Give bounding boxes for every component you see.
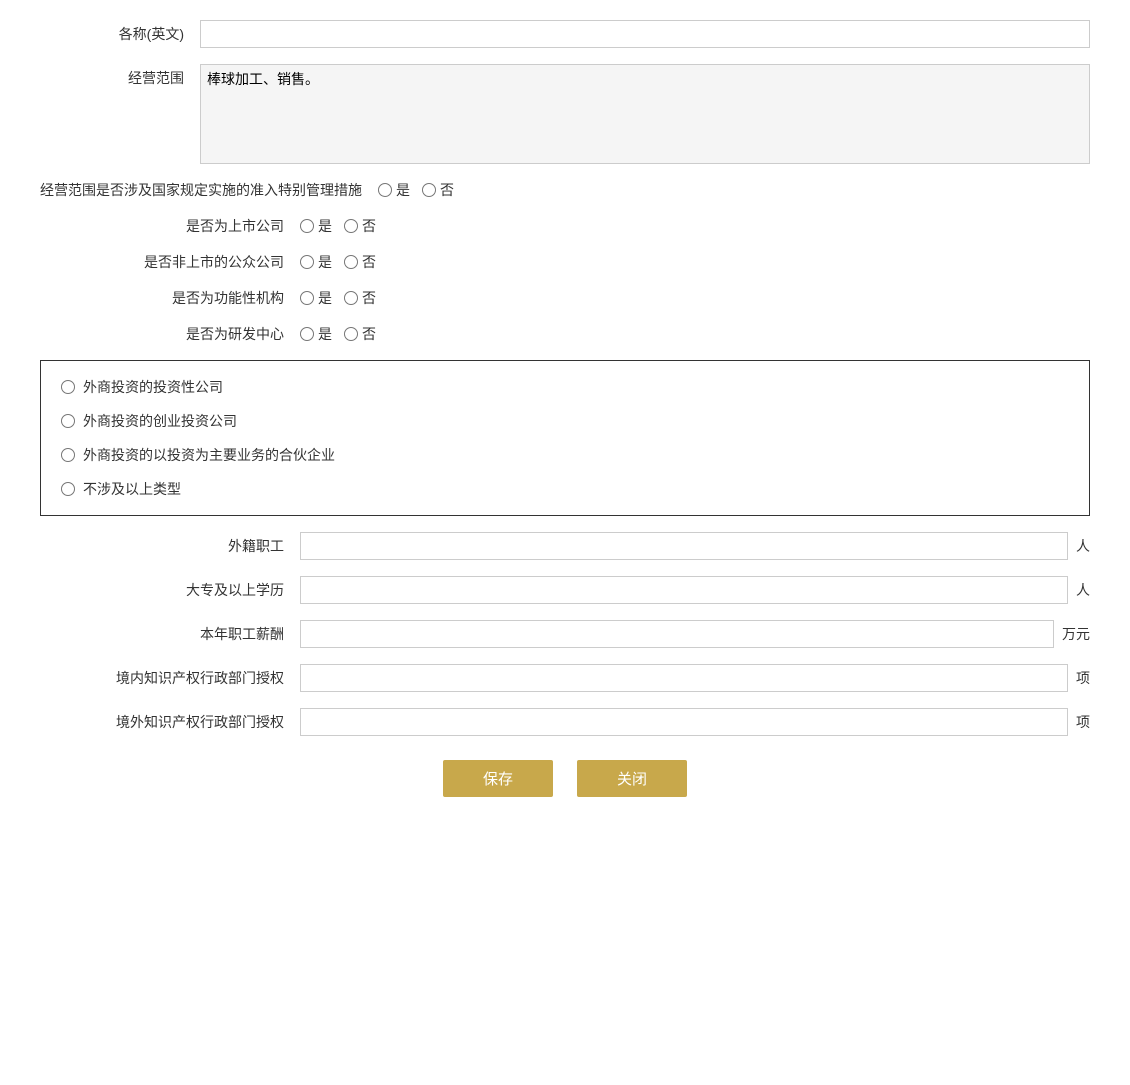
college-above-row: 大专及以上学历 人 [40, 576, 1090, 604]
foreign-employees-input[interactable] [300, 532, 1068, 560]
foreign-employees-label: 外籍职工 [40, 536, 300, 556]
investment-type-2-label[interactable]: 外商投资的创业投资公司 [83, 411, 237, 431]
il-no-label[interactable]: 否 [362, 216, 376, 236]
domestic-ip-unit: 项 [1076, 668, 1090, 688]
irc-yes-label[interactable]: 是 [318, 324, 332, 344]
foreign-ip-input[interactable] [300, 708, 1068, 736]
if-yes-label[interactable]: 是 [318, 288, 332, 308]
annual-salary-unit: 万元 [1062, 624, 1090, 644]
is-listed-row: 是否为上市公司 是 否 [40, 216, 1090, 236]
business-scope-textarea[interactable]: 棒球加工、销售。 [200, 64, 1090, 164]
business-scope-special-label: 经营范围是否涉及国家规定实施的准入特别管理措施 [40, 180, 378, 200]
button-row: 保存 关闭 [40, 760, 1090, 797]
annual-salary-input-wrapper: 万元 [300, 620, 1090, 648]
irc-no-label[interactable]: 否 [362, 324, 376, 344]
name-en-label: 各称(英文) [40, 24, 200, 44]
foreign-ip-row: 境外知识产权行政部门授权 项 [40, 708, 1090, 736]
is-public-unlisted-label: 是否非上市的公众公司 [40, 252, 300, 272]
foreign-ip-input-wrapper: 项 [300, 708, 1090, 736]
is-functional-radio-group: 是 否 [300, 288, 376, 308]
investment-type-2[interactable]: 外商投资的创业投资公司 [61, 411, 1069, 431]
bss-yes-label[interactable]: 是 [396, 180, 410, 200]
is-public-unlisted-radio-group: 是 否 [300, 252, 376, 272]
is-public-unlisted-no[interactable]: 否 [344, 252, 376, 272]
business-scope-special-row: 经营范围是否涉及国家规定实施的准入特别管理措施 是 否 [40, 180, 1090, 200]
is-rd-center-no[interactable]: 否 [344, 324, 376, 344]
business-scope-label: 经营范围 [40, 64, 200, 88]
annual-salary-input[interactable] [300, 620, 1054, 648]
is-rd-center-row: 是否为研发中心 是 否 [40, 324, 1090, 344]
form-container: 各称(英文) 经营范围 棒球加工、销售。 经营范围是否涉及国家规定实施的准入特别… [40, 20, 1090, 797]
business-scope-special-no[interactable]: 否 [422, 180, 454, 200]
is-public-unlisted-row: 是否非上市的公众公司 是 否 [40, 252, 1090, 272]
business-scope-special-radio-group: 是 否 [378, 180, 454, 200]
college-above-input-wrapper: 人 [300, 576, 1090, 604]
investment-type-3[interactable]: 外商投资的以投资为主要业务的合伙企业 [61, 445, 1069, 465]
is-listed-label: 是否为上市公司 [40, 216, 300, 236]
bss-no-label[interactable]: 否 [440, 180, 454, 200]
is-listed-no[interactable]: 否 [344, 216, 376, 236]
is-rd-center-yes[interactable]: 是 [300, 324, 332, 344]
foreign-employees-row: 外籍职工 人 [40, 532, 1090, 560]
business-scope-row: 经营范围 棒球加工、销售。 [40, 64, 1090, 164]
domestic-ip-row: 境内知识产权行政部门授权 项 [40, 664, 1090, 692]
annual-salary-label: 本年职工薪酬 [40, 624, 300, 644]
is-listed-yes[interactable]: 是 [300, 216, 332, 236]
name-en-input[interactable] [200, 20, 1090, 48]
close-button[interactable]: 关闭 [577, 760, 687, 797]
domestic-ip-input-wrapper: 项 [300, 664, 1090, 692]
il-yes-label[interactable]: 是 [318, 216, 332, 236]
is-listed-radio-group: 是 否 [300, 216, 376, 236]
is-functional-label: 是否为功能性机构 [40, 288, 300, 308]
is-functional-row: 是否为功能性机构 是 否 [40, 288, 1090, 308]
is-rd-center-radio-group: 是 否 [300, 324, 376, 344]
investment-type-4[interactable]: 不涉及以上类型 [61, 479, 1069, 499]
name-en-row: 各称(英文) [40, 20, 1090, 48]
college-above-unit: 人 [1076, 580, 1090, 600]
if-no-label[interactable]: 否 [362, 288, 376, 308]
ipu-yes-label[interactable]: 是 [318, 252, 332, 272]
college-above-label: 大专及以上学历 [40, 580, 300, 600]
college-above-input[interactable] [300, 576, 1068, 604]
investment-type-4-label[interactable]: 不涉及以上类型 [83, 479, 181, 499]
business-scope-special-yes[interactable]: 是 [378, 180, 410, 200]
is-public-unlisted-yes[interactable]: 是 [300, 252, 332, 272]
domestic-ip-label: 境内知识产权行政部门授权 [40, 668, 300, 688]
foreign-ip-label: 境外知识产权行政部门授权 [40, 712, 300, 732]
save-button[interactable]: 保存 [443, 760, 553, 797]
ipu-no-label[interactable]: 否 [362, 252, 376, 272]
investment-type-3-label[interactable]: 外商投资的以投资为主要业务的合伙企业 [83, 445, 335, 465]
is-functional-yes[interactable]: 是 [300, 288, 332, 308]
investment-type-1-label[interactable]: 外商投资的投资性公司 [83, 377, 223, 397]
investment-type-1[interactable]: 外商投资的投资性公司 [61, 377, 1069, 397]
domestic-ip-input[interactable] [300, 664, 1068, 692]
foreign-employees-input-wrapper: 人 [300, 532, 1090, 560]
investment-types-box: 外商投资的投资性公司 外商投资的创业投资公司 外商投资的以投资为主要业务的合伙企… [40, 360, 1090, 516]
is-functional-no[interactable]: 否 [344, 288, 376, 308]
annual-salary-row: 本年职工薪酬 万元 [40, 620, 1090, 648]
is-rd-center-label: 是否为研发中心 [40, 324, 300, 344]
foreign-employees-unit: 人 [1076, 536, 1090, 556]
foreign-ip-unit: 项 [1076, 712, 1090, 732]
